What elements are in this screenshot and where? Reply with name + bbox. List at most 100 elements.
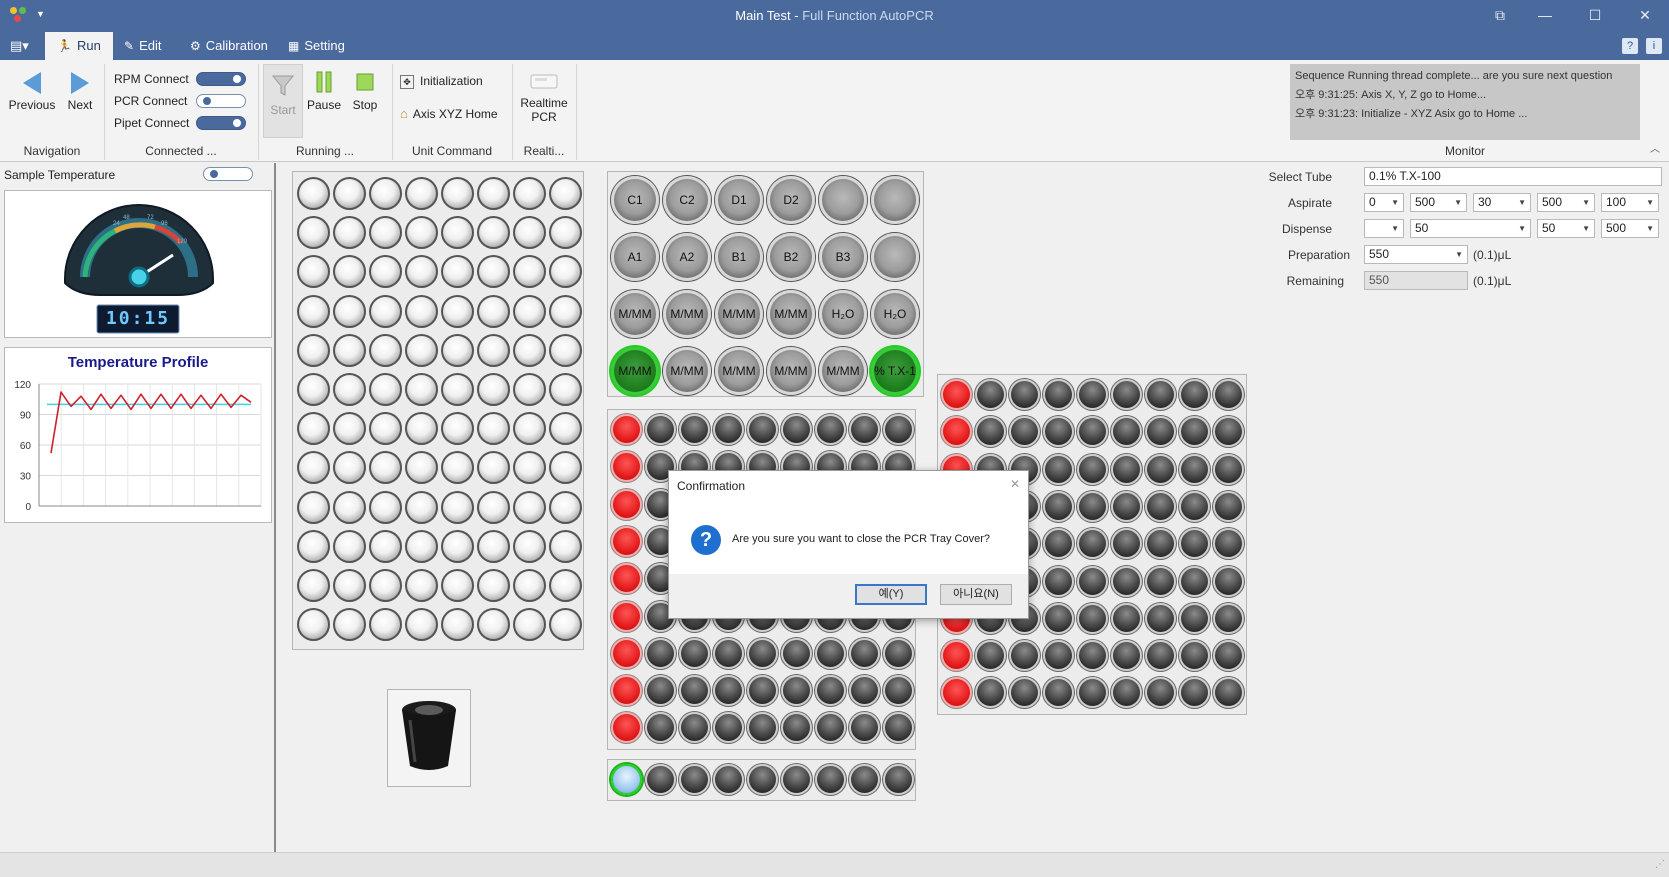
about-icon[interactable]: i [1646,38,1662,54]
pcr-well[interactable] [1145,379,1176,410]
pcr-well[interactable] [849,712,880,744]
sample-tube-well[interactable] [513,216,546,250]
pcr-well[interactable] [1009,677,1040,709]
reagent-well[interactable]: M/MM [715,347,763,395]
pcr-well[interactable] [1077,528,1108,560]
dispense-select-2[interactable]: 50 ▼ [1410,219,1531,238]
sample-tube-well[interactable] [477,608,510,642]
pcr-well[interactable] [645,637,676,669]
pcr-well[interactable] [1213,379,1244,410]
minimize-button[interactable]: — [1530,4,1560,26]
sample-tube-well[interactable] [405,373,438,406]
pcr-strip-tube[interactable] [883,764,914,795]
sample-tube-well[interactable] [477,412,510,446]
sample-tube-well[interactable] [297,373,330,406]
sample-tube-well[interactable] [333,412,366,446]
pcr-well[interactable] [1043,490,1074,522]
pcr-well[interactable] [1111,379,1142,410]
pcr-well[interactable] [1077,490,1108,522]
aspirate-select-2[interactable]: 500 ▼ [1410,193,1467,212]
pcr-well[interactable] [849,414,880,445]
restore-alt-button[interactable]: ⧉ [1485,4,1515,26]
reagent-well[interactable]: M/MM [767,290,815,338]
reagent-well[interactable]: M/MM [611,347,659,395]
tab-setting[interactable]: ▦ Setting [276,32,357,60]
yes-button[interactable]: 예(Y) [855,584,927,605]
reagent-well[interactable]: M/MM [663,290,711,338]
reagent-well[interactable]: M/MM [611,290,659,338]
pcr-well-red[interactable] [611,563,642,595]
pcr-well-red[interactable] [611,451,642,483]
pcr-well[interactable] [747,637,778,669]
pcr-well[interactable] [1213,565,1244,597]
pcr-well[interactable] [1213,490,1244,522]
pcr-well[interactable] [1111,453,1142,485]
sample-tube-well[interactable] [369,608,402,642]
sample-tube-well[interactable] [405,333,438,367]
maximize-button[interactable]: ☐ [1580,4,1610,26]
pcr-well[interactable] [815,637,846,669]
pcr-well[interactable] [1213,602,1244,634]
pcr-well[interactable] [1111,416,1142,448]
resize-grip-icon[interactable]: ⋰ [1655,859,1665,870]
pcr-well[interactable] [1145,677,1176,709]
pcr-well-red[interactable] [941,640,972,672]
pcr-well[interactable] [1213,416,1244,448]
sample-tube-well[interactable] [513,490,546,524]
sample-tube-well[interactable] [369,451,402,485]
pcr-well[interactable] [781,414,812,445]
pcr-strip-tube[interactable] [815,764,846,795]
sample-tube-well[interactable] [369,294,402,328]
reagent-well[interactable]: B1 [715,233,763,281]
sample-tube-well[interactable] [477,177,510,210]
sample-tube-well[interactable] [405,216,438,250]
pcr-well[interactable] [1077,379,1108,410]
sample-tube-well[interactable] [405,569,438,602]
reagent-well[interactable] [819,176,867,224]
sample-tube-well[interactable] [369,490,402,524]
reagent-well[interactable]: A1 [611,233,659,281]
sample-tube-well[interactable] [441,333,474,367]
sample-tube-well[interactable] [333,451,366,485]
sample-tube-well[interactable] [441,412,474,446]
reagent-well[interactable]: M/MM [767,347,815,395]
pcr-well[interactable] [1077,416,1108,448]
pcr-well[interactable] [713,712,744,744]
realtime-pcr-button[interactable]: Realtime PCR [516,70,572,124]
sample-tube-well[interactable] [297,333,330,367]
reagent-well[interactable]: H₂O [819,290,867,338]
pcr-well[interactable] [1111,565,1142,597]
pcr-well[interactable] [815,712,846,744]
pcr-well[interactable] [1111,640,1142,672]
pcr-well-red[interactable] [941,416,972,448]
dispense-select-4[interactable]: 500 ▼ [1601,219,1659,238]
pcr-well[interactable] [1009,379,1040,410]
pcr-well[interactable] [1179,379,1210,410]
pcr-well[interactable] [1077,677,1108,709]
pcr-well[interactable] [747,675,778,707]
reagent-well[interactable]: A2 [663,233,711,281]
pcr-well[interactable] [849,675,880,707]
reagent-well[interactable] [871,176,919,224]
sample-tube-well[interactable] [369,333,402,367]
sample-tube-well[interactable] [549,451,582,485]
pcr-well[interactable] [883,414,914,445]
sample-tube-well[interactable] [441,216,474,250]
pcr-well[interactable] [1213,453,1244,485]
pcr-well[interactable] [1179,677,1210,709]
rpm-connect-toggle[interactable] [196,72,246,86]
pcr-well[interactable] [1145,416,1176,448]
reagent-well[interactable]: H₂O [871,290,919,338]
pcr-well[interactable] [781,675,812,707]
pause-button[interactable]: Pause [306,70,342,112]
pcr-well[interactable] [815,414,846,445]
sample-tube-well[interactable] [369,569,402,602]
sample-tube-well[interactable] [333,177,366,210]
sample-tube-well[interactable] [441,608,474,642]
sample-tube-well[interactable] [333,608,366,642]
sample-tube-well[interactable] [297,490,330,524]
dispense-select-3[interactable]: 50 ▼ [1537,219,1595,238]
pcr-well-red[interactable] [611,525,642,557]
sample-tube-well[interactable] [549,216,582,250]
sample-tube-well[interactable] [477,373,510,406]
